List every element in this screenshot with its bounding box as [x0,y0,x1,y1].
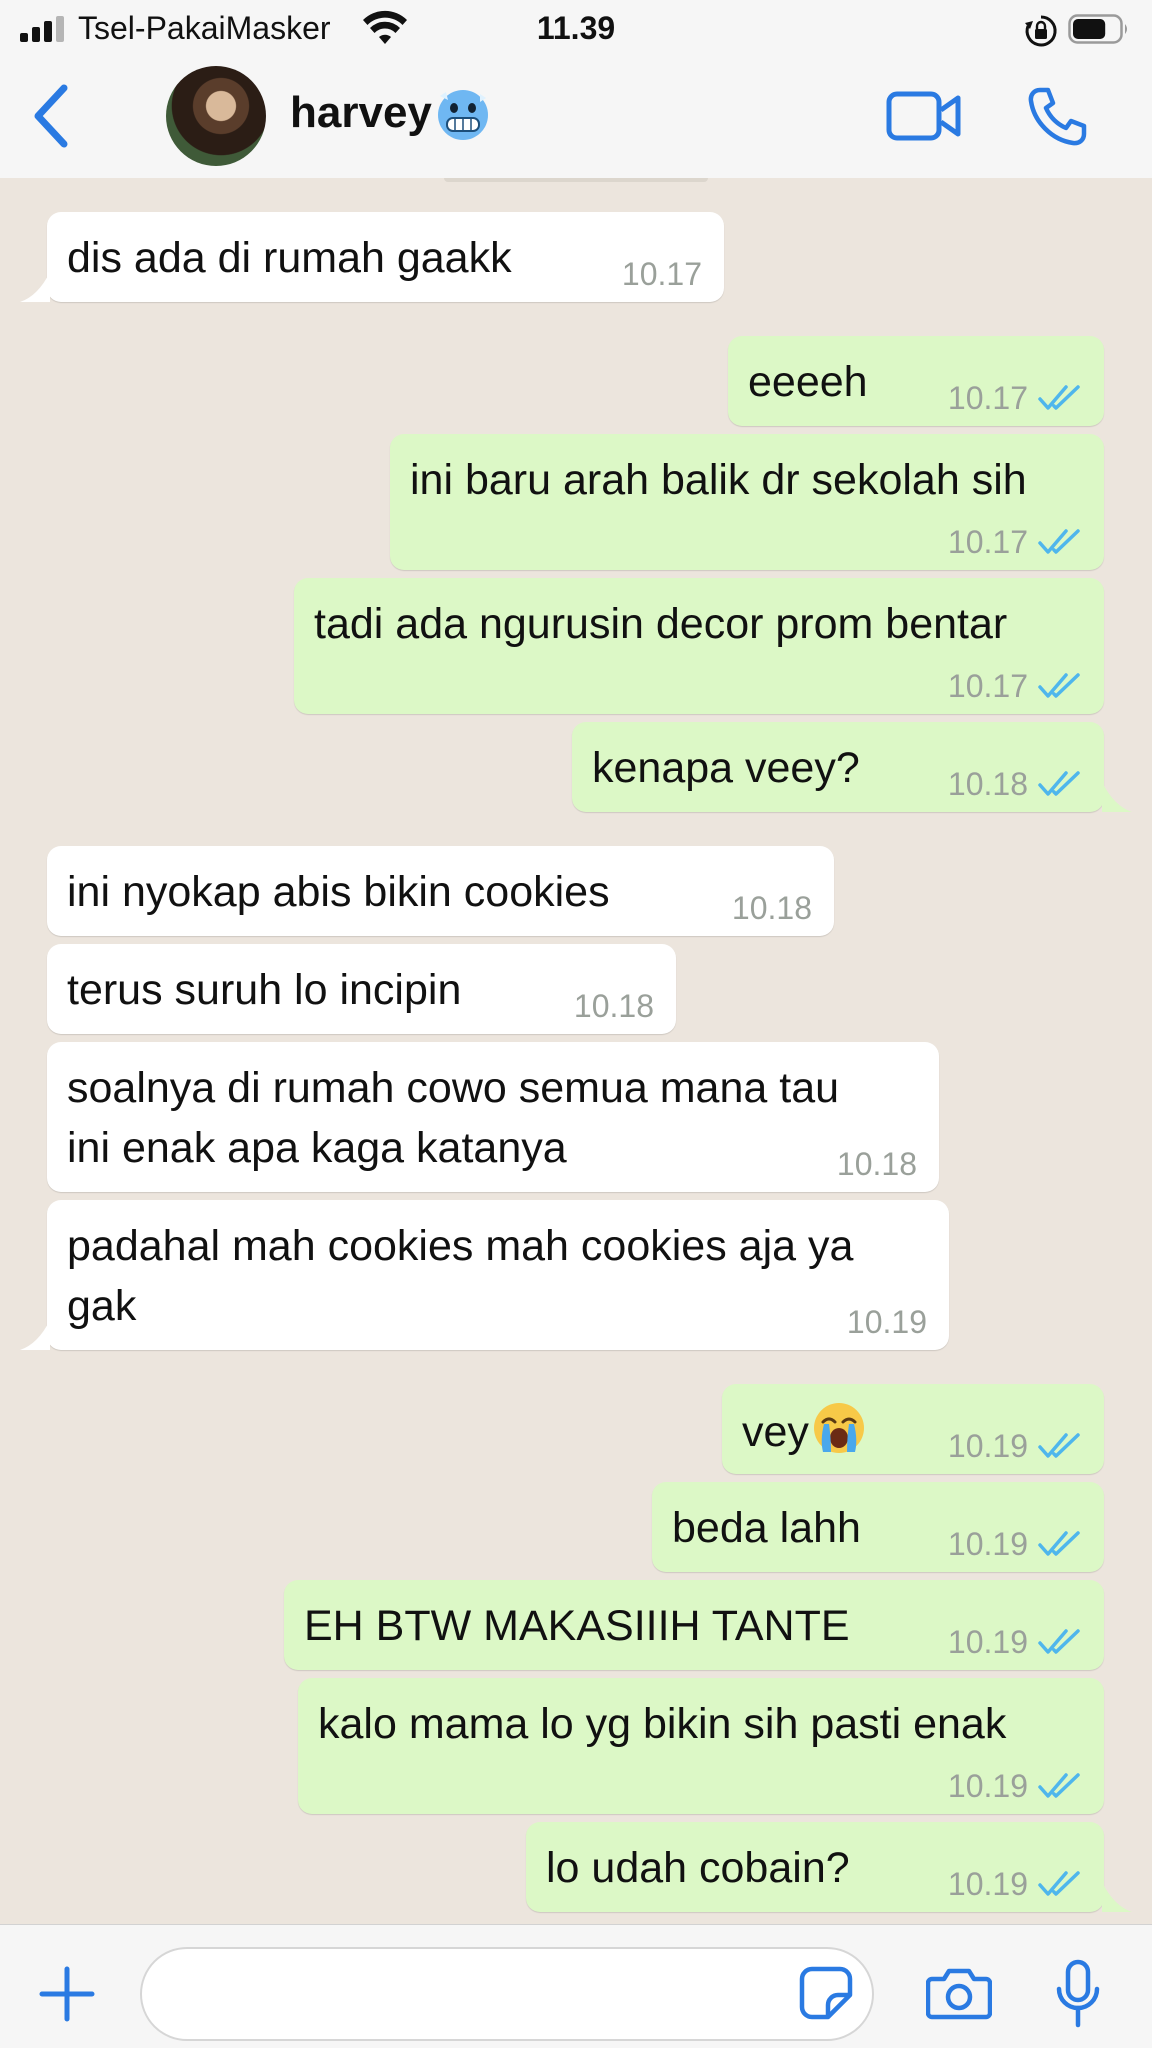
outgoing-message[interactable]: beda lahh 10.19 [652,1482,1104,1572]
contact-name[interactable]: harvey [290,88,432,138]
time-label: 10.19 [947,1526,1028,1562]
message-text: kalo mama lo yg bikin sih pasti enak [318,1700,1007,1748]
message-time: 10.18 [837,1144,917,1184]
phone-icon[interactable] [1026,86,1088,148]
outgoing-message[interactable]: eeeeh 10.17 [728,336,1104,426]
time-label: 10.18 [947,766,1028,802]
message-status: 10.19 [948,1622,1082,1662]
message-status: 10.19 [948,1766,1082,1806]
microphone-icon[interactable] [1054,1959,1102,2029]
status-time: 11.39 [536,10,616,46]
double-check-icon [1038,385,1080,410]
time-label: 10.17 [621,256,702,292]
top-bar: Tsel-PakaiMasker 11.39 harvey [0,0,1152,179]
outgoing-message[interactable]: tadi ada ngurusin decor prom bentar 10.1… [294,578,1104,714]
time-label: 10.19 [947,1768,1028,1804]
time-label: 10.19 [846,1304,927,1340]
outgoing-message[interactable]: kalo mama lo yg bikin sih pasti enak 10.… [298,1678,1104,1814]
time-label: 10.19 [947,1428,1028,1464]
incoming-message[interactable]: soalnya di rumah cowo semua mana tau ini… [47,1042,939,1192]
message-status: 10.18 [948,764,1082,804]
double-check-icon [1038,1531,1080,1556]
bubble-tail [1102,782,1132,812]
time-label: 10.19 [947,1866,1028,1902]
message-text: terus suruh lo incipin [67,966,462,1014]
outgoing-message[interactable]: kenapa veey? 10.18 [572,722,1104,812]
message-input-bar [0,1924,1152,2048]
message-text: kenapa veey? [592,744,860,792]
message-time: 10.17 [622,254,702,294]
time-label: 10.18 [731,890,812,926]
battery-icon [1068,14,1127,44]
bubble-tail [20,1320,50,1350]
double-check-icon [1038,529,1080,554]
message-text: dis ada di rumah gaakk [67,234,512,282]
outgoing-message[interactable]: EH BTW MAKASIIIH TANTE 10.19 [284,1580,1104,1670]
message-status: 10.19 [948,1864,1082,1904]
outgoing-message[interactable]: ini baru arah balik dr sekolah sih 10.17 [390,434,1104,570]
video-camera-icon[interactable] [886,88,962,144]
double-check-icon [1038,673,1080,698]
message-time: 10.18 [732,888,812,928]
message-text: eeeeh [748,358,868,406]
incoming-message[interactable]: ini nyokap abis bikin cookies 10.18 [47,846,834,936]
incoming-message[interactable]: dis ada di rumah gaakk 10.17 [47,212,724,302]
message-text: EH BTW MAKASIIIH TANTE [304,1602,850,1650]
message-time: 10.18 [574,986,654,1026]
double-check-icon [1038,1773,1080,1798]
message-text: beda lahh [672,1504,861,1552]
message-list[interactable]: dis ada di rumah gaakk 10.17 eeeeh 10.17… [0,178,1152,1924]
message-status: 10.17 [948,522,1082,562]
time-label: 10.17 [947,668,1028,704]
double-check-icon [1038,1433,1080,1458]
message-text-line: soalnya di rumah cowo semua mana tau [67,1064,840,1112]
contact-avatar[interactable] [166,66,266,166]
message-status: 10.17 [948,378,1082,418]
cold-face-emoji-icon [438,90,488,140]
message-text: ini baru arah balik dr sekolah sih [410,456,1027,504]
sticker-icon[interactable] [798,1965,854,2021]
time-label: 10.17 [947,380,1028,416]
message-status: 10.17 [948,666,1082,706]
time-label: 10.17 [947,524,1028,560]
message-text: ini nyokap abis bikin cookies [67,868,610,916]
loudly-crying-face-emoji-icon [813,1403,864,1453]
message-input[interactable] [140,1947,874,2041]
message-status: 10.19 [948,1426,1082,1466]
time-label: 10.18 [573,988,654,1024]
chat-header: harvey [0,58,1152,178]
message-text: tadi ada ngurusin decor prom bentar [314,600,1008,648]
plus-icon[interactable] [38,1965,96,2023]
camera-icon[interactable] [926,1965,992,2021]
message-text: vey [742,1408,809,1456]
time-label: 10.19 [947,1624,1028,1660]
outgoing-message[interactable]: lo udah cobain? 10.19 [526,1822,1104,1912]
double-check-icon [1038,771,1080,796]
incoming-message[interactable]: terus suruh lo incipin 10.18 [47,944,676,1034]
previous-message-edge [444,178,708,182]
bubble-tail [20,272,50,302]
outgoing-message[interactable]: vey 10.19 [722,1384,1104,1474]
message-status: 10.19 [948,1524,1082,1564]
message-time: 10.19 [847,1302,927,1342]
back-chevron-icon[interactable] [28,84,76,148]
incoming-message[interactable]: padahal mah cookies mah cookies aja ya g… [47,1200,949,1350]
time-label: 10.18 [836,1146,917,1182]
orientation-lock-icon [1025,15,1057,47]
status-bar: Tsel-PakaiMasker 11.39 [0,0,1152,58]
message-text-line: ini enak apa kaga katanya [67,1124,567,1172]
bubble-tail [1102,1882,1132,1912]
double-check-icon [1038,1871,1080,1896]
message-text-line: gak [67,1282,137,1330]
double-check-icon [1038,1629,1080,1654]
message-text-line: padahal mah cookies mah cookies aja ya [67,1222,854,1270]
message-text: lo udah cobain? [546,1844,850,1892]
